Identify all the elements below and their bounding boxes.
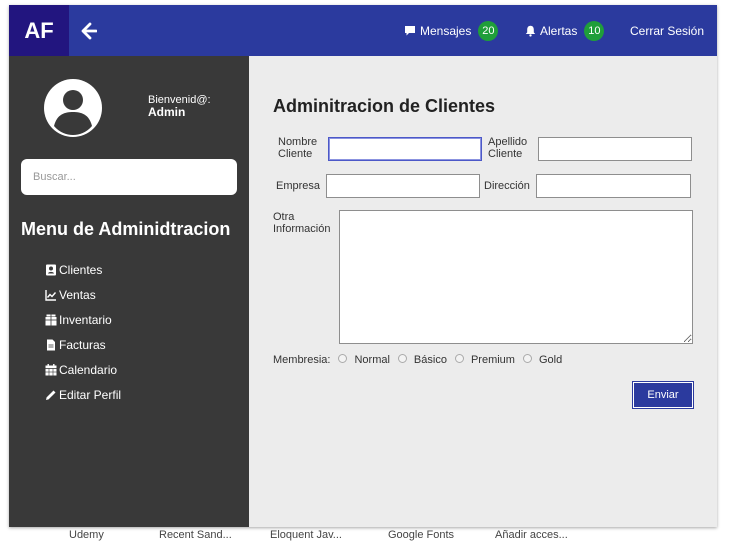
sidebar-item-facturas[interactable]: Facturas xyxy=(45,332,121,357)
bell-icon xyxy=(525,25,536,37)
option-basico-label: Básico xyxy=(413,354,447,366)
radio-normal[interactable] xyxy=(338,353,348,363)
empresa-label: Empresa xyxy=(276,180,321,192)
search-input[interactable] xyxy=(21,159,237,195)
welcome-block: Bienvenid@: Admin xyxy=(148,94,211,118)
sidebar-item-label: Calendario xyxy=(59,362,118,377)
top-navbar: AF Mensajes 20 Alertas 10 Cerrar Sesión xyxy=(9,5,717,56)
sidebar-item-label: Editar Perfil xyxy=(59,387,122,402)
membresia-label: Membresia: xyxy=(273,354,331,366)
page-title: Adminitracion de Clientes xyxy=(273,96,496,116)
user-avatar-icon xyxy=(44,79,102,137)
sidebar-item-clientes[interactable]: Clientes xyxy=(45,257,121,282)
bookmark-google-fonts[interactable]: Google Fonts xyxy=(388,529,454,541)
option-normal-label: Normal xyxy=(354,354,390,366)
alerts-label: Alertas xyxy=(540,23,578,38)
chat-icon xyxy=(405,25,415,35)
nombre-cliente-input[interactable] xyxy=(328,137,482,161)
bookmark-udemy[interactable]: Udemy xyxy=(69,529,104,541)
membresia-group: Membresia: Normal Básico Premium Gold xyxy=(273,353,563,366)
messages-count-badge: 20 xyxy=(478,20,499,41)
contact-card-icon xyxy=(46,264,56,275)
sidebar-item-calendario[interactable]: Calendario xyxy=(45,357,121,382)
sidebar-item-editar-perfil[interactable]: Editar Perfil xyxy=(45,382,121,407)
option-premium-label: Premium xyxy=(470,354,515,366)
alerts-count-badge: 10 xyxy=(584,20,605,41)
sidebar-item-ventas[interactable]: Ventas xyxy=(45,282,121,307)
menu-title: Menu de Adminidtracion xyxy=(21,219,231,239)
alerts-link[interactable]: Alertas 10 xyxy=(525,5,605,56)
logout-link[interactable]: Cerrar Sesión xyxy=(630,5,704,56)
radio-basico[interactable] xyxy=(397,353,407,363)
empresa-input[interactable] xyxy=(326,174,480,198)
line-chart-icon xyxy=(45,289,57,301)
option-gold-label: Gold xyxy=(538,354,563,366)
sidebar-item-label: Facturas xyxy=(59,337,106,352)
package-icon xyxy=(45,314,57,325)
bookmark-recent-sand[interactable]: Recent Sand... xyxy=(159,529,232,541)
radio-premium[interactable] xyxy=(454,353,464,363)
messages-link[interactable]: Mensajes 20 xyxy=(404,5,499,56)
direccion-input[interactable] xyxy=(536,174,691,198)
back-arrow-icon[interactable] xyxy=(81,21,97,41)
sidebar-item-label: Inventario xyxy=(59,312,112,327)
bookmarks-bar: Udemy Recent Sand... Eloquent Jav... Goo… xyxy=(0,529,737,541)
radio-gold[interactable] xyxy=(522,353,532,363)
sidebar-item-label: Clientes xyxy=(59,262,103,277)
main-content: Adminitracion de Clientes Nombre Cliente… xyxy=(249,56,717,527)
direccion-label: Dirección xyxy=(484,180,530,192)
apellido-label: Apellido Cliente xyxy=(488,136,528,160)
pencil-icon xyxy=(46,390,56,400)
bookmark-eloquent-js[interactable]: Eloquent Jav... xyxy=(270,529,342,541)
sidebar-item-inventario[interactable]: Inventario xyxy=(45,307,121,332)
user-name: Admin xyxy=(148,105,186,119)
sidebar-menu: Clientes Ventas Inventario Facturas Cale… xyxy=(45,257,121,407)
otra-informacion-label: Otra Información xyxy=(273,211,331,235)
otra-informacion-textarea[interactable] xyxy=(339,210,693,344)
calendar-icon xyxy=(45,363,57,375)
bookmark-add-access[interactable]: Añadir acces... xyxy=(495,529,568,541)
enviar-button[interactable]: Enviar xyxy=(632,381,694,409)
apellido-cliente-input[interactable] xyxy=(538,137,692,161)
messages-label: Mensajes xyxy=(420,23,472,38)
sidebar: Bienvenid@: Admin Menu de Adminidtracion… xyxy=(9,56,249,527)
app-logo[interactable]: AF xyxy=(9,5,69,56)
document-icon xyxy=(47,339,55,350)
app-window: AF Mensajes 20 Alertas 10 Cerrar Sesión xyxy=(9,5,717,527)
sidebar-item-label: Ventas xyxy=(59,287,96,302)
nombre-label: Nombre Cliente xyxy=(278,136,318,160)
